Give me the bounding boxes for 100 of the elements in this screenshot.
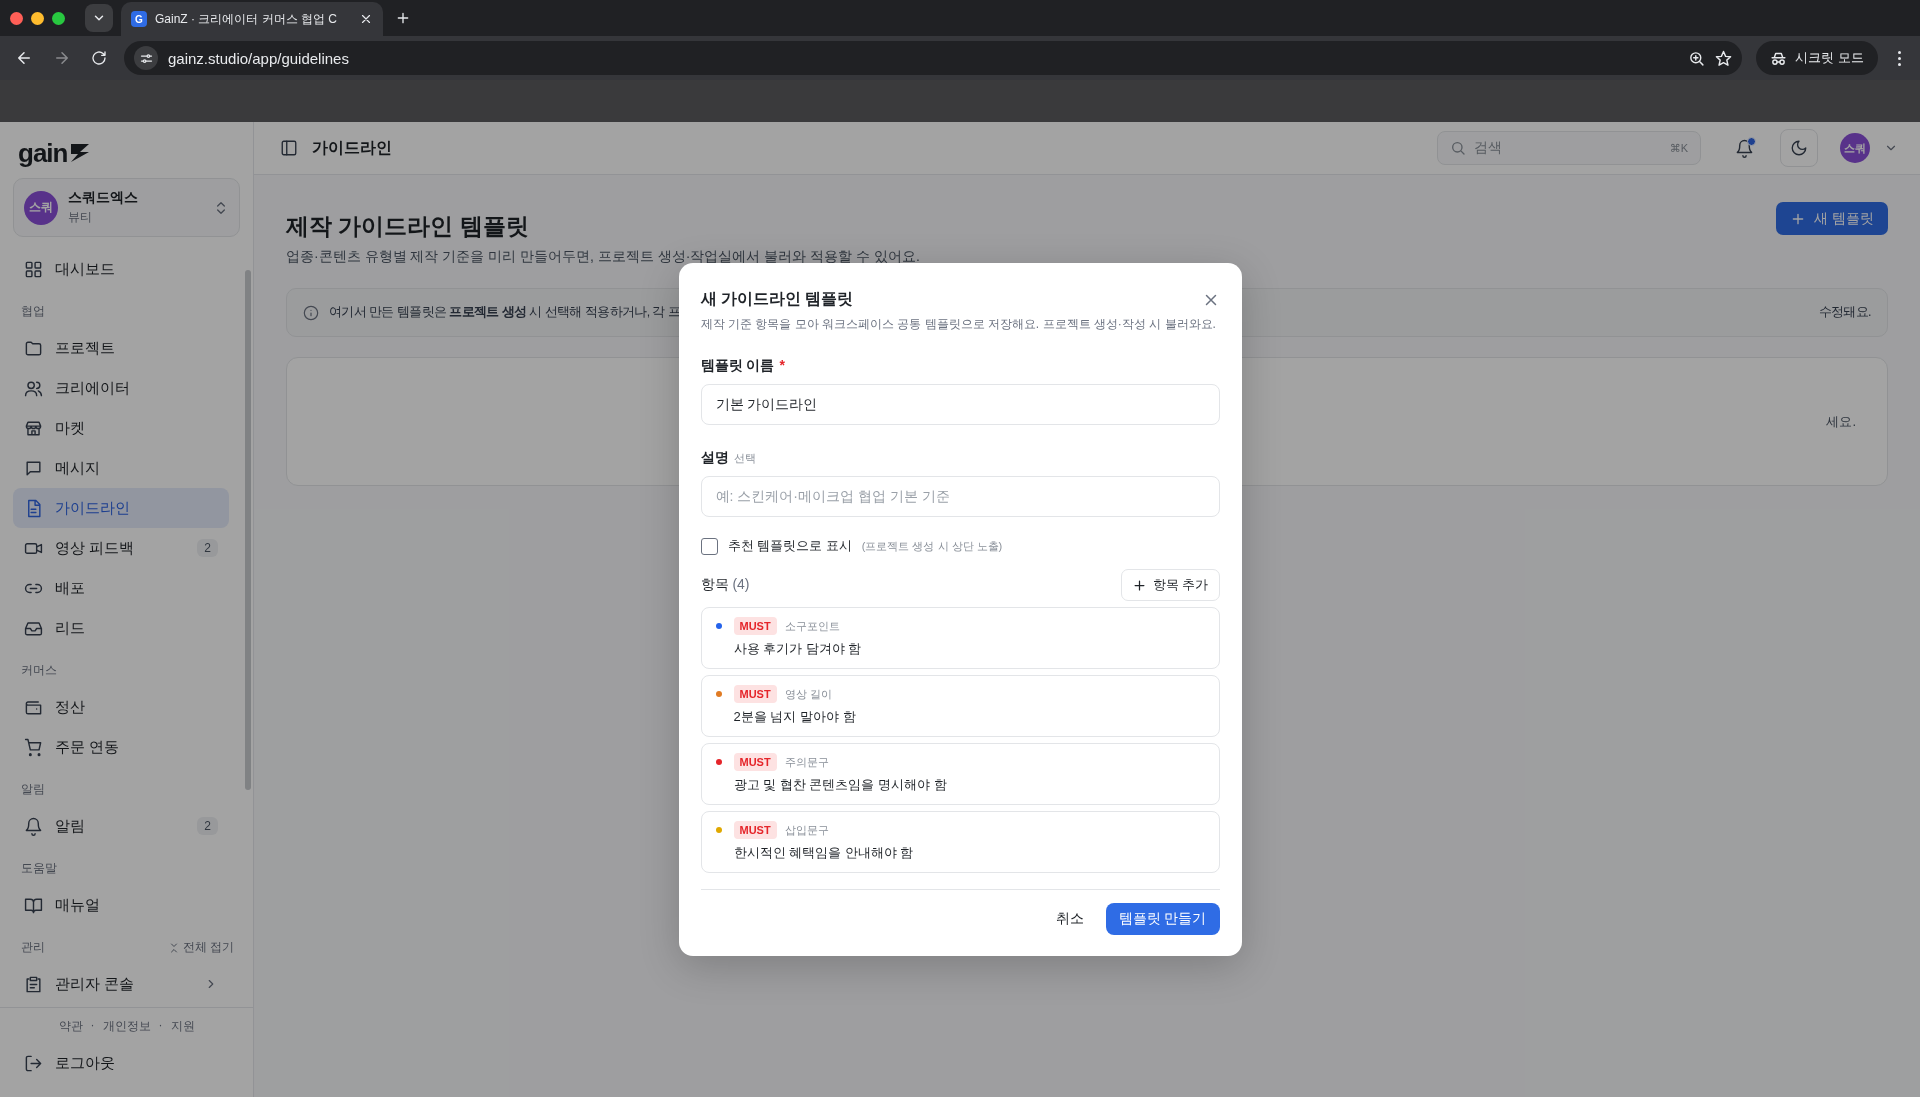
- checkbox-hint: (프로젝트 생성 시 상단 노출): [861, 538, 1003, 554]
- bell-icon: [1735, 138, 1754, 158]
- info-text: 여기서 만든 템플릿은 프로젝트 생성 시 선택해 적용하거나, 각 프: [329, 304, 681, 321]
- clipboard-icon: [24, 974, 43, 994]
- scrollbar[interactable]: [245, 270, 251, 790]
- favicon: G: [131, 11, 147, 27]
- sidebar-item[interactable]: 알림 2: [13, 806, 229, 846]
- tab-search-button[interactable]: [85, 4, 113, 32]
- avatar: 스쿼: [24, 190, 58, 225]
- folder-icon: [24, 338, 43, 358]
- field-label: 템플릿 이름: [700, 357, 775, 375]
- count-badge: 2: [197, 817, 218, 835]
- address-bar[interactable]: gainz.studio/app/guidelines: [124, 41, 1743, 75]
- collapse-all-link[interactable]: 전체 접기: [167, 939, 234, 956]
- field-label: 설명: [700, 449, 729, 467]
- sidebar-item[interactable]: 배포: [13, 568, 229, 608]
- count-badge: 2: [197, 539, 218, 557]
- logo-text: gain: [18, 140, 68, 166]
- workspace-switcher[interactable]: 스쿼 스쿼드엑스 뷰티: [13, 178, 240, 237]
- section-label: 커머스: [21, 662, 57, 679]
- cart-icon: [24, 737, 43, 757]
- plus-icon: [1131, 577, 1147, 593]
- theme-toggle-button[interactable]: [1780, 129, 1818, 167]
- section-label: 도움말: [21, 860, 57, 877]
- must-badge: MUST: [733, 617, 777, 635]
- zoom-icon: [1688, 49, 1706, 67]
- workspace-name: 스쿼드엑스: [68, 189, 139, 207]
- info-icon: [303, 304, 319, 321]
- item-category: 주의문구: [784, 754, 829, 770]
- empty-text: 세요.: [1826, 412, 1856, 431]
- dialog-description: 제작 기준 항목을 모아 워크스페이스 공통 템플릿으로 저장해요. 프로젝트 생성·작성 시 불러와요.: [700, 316, 1217, 333]
- logout-icon: [24, 1053, 43, 1073]
- guideline-item[interactable]: MUST 소구포인트 사용 후기가 담겨야 함: [700, 607, 1220, 669]
- must-badge: MUST: [733, 685, 777, 703]
- bell-icon: [24, 816, 43, 836]
- sidebar-item[interactable]: 크리에이터: [13, 368, 229, 408]
- item-category: 영상 길이: [784, 686, 832, 702]
- sidebar-item[interactable]: 메시지: [13, 448, 229, 488]
- close-icon: [359, 12, 373, 26]
- must-badge: MUST: [733, 753, 777, 771]
- item-text: 2분을 넘지 말아야 함: [733, 708, 857, 726]
- footer-link[interactable]: 약관: [58, 1018, 83, 1035]
- page-title: 제작 가이드라인 템플릿: [286, 212, 530, 241]
- header-title: 가이드라인: [312, 137, 393, 158]
- avatar[interactable]: 스쿼: [1840, 133, 1870, 163]
- guideline-item[interactable]: MUST 주의문구 광고 및 협찬 콘텐츠임을 명시해야 함: [700, 743, 1220, 805]
- logout-item[interactable]: 로그아웃: [13, 1043, 229, 1083]
- section-label: 협업: [21, 303, 45, 320]
- sidebar-item[interactable]: 매뉴얼: [13, 885, 229, 925]
- section-label: 알림: [21, 781, 45, 798]
- item-count: (4): [732, 576, 750, 592]
- sidebar-item[interactable]: 마켓: [13, 408, 229, 448]
- incognito-button[interactable]: 시크릿 모드: [1756, 41, 1878, 75]
- chat-bubble-icon: [24, 458, 43, 478]
- url-text: gainz.studio/app/guidelines: [168, 49, 350, 67]
- book-icon: [24, 895, 43, 915]
- must-badge: MUST: [733, 821, 777, 839]
- separator-dot: ·: [158, 1018, 163, 1034]
- tab-title: GainZ · 크리에이터 커머스 협업 C: [155, 10, 338, 28]
- section-label: 관리: [21, 939, 45, 956]
- guideline-item[interactable]: MUST 삽입문구 한시적인 혜택임을 안내해야 함: [700, 811, 1220, 873]
- required-mark: *: [779, 357, 785, 373]
- sidebar-item[interactable]: 주문 연동: [13, 727, 229, 767]
- guideline-item[interactable]: MUST 영상 길이 2분을 넘지 말아야 함: [700, 675, 1220, 737]
- search-icon: [1450, 140, 1466, 156]
- create-template-button[interactable]: 템플릿 만들기: [1105, 903, 1220, 935]
- sidebar-item[interactable]: 대시보드: [13, 249, 229, 289]
- name-input-field[interactable]: 기본 가이드라인: [700, 384, 1220, 425]
- section-label: 항목: [700, 576, 729, 592]
- add-item-button[interactable]: 항목 추가: [1120, 569, 1220, 601]
- footer-link[interactable]: 개인정보: [102, 1018, 151, 1035]
- store-icon: [24, 418, 43, 438]
- shortcut-hint: ⌘K: [1669, 141, 1688, 155]
- checkbox[interactable]: [700, 537, 718, 555]
- grid-icon: [24, 259, 43, 279]
- item-text: 한시적인 혜택임을 안내해야 함: [733, 844, 915, 862]
- notification-button[interactable]: [1735, 138, 1754, 158]
- plus-icon: [395, 10, 411, 26]
- site-settings-icon[interactable]: [134, 46, 158, 70]
- item-text: 사용 후기가 담겨야 함: [733, 640, 863, 658]
- new-template-button[interactable]: 새 템플릿: [1776, 202, 1888, 235]
- sidebar-item[interactable]: 관리자 콘솔: [13, 964, 229, 1004]
- page-subtitle: 업종·콘텐츠 유형별 제작 기준을 미리 만들어두면, 프로젝트 생성·작업실에서 불러와 적용할 수 있어요.: [286, 248, 920, 266]
- workspace-category: 뷰티: [68, 209, 93, 226]
- back-icon: [15, 49, 33, 67]
- browser-tab[interactable]: G GainZ · 크리에이터 커머스 협업 C: [121, 2, 383, 36]
- sidebar-item[interactable]: 정산: [13, 687, 229, 727]
- forward-icon: [53, 49, 71, 67]
- sidebar-item[interactable]: 프로젝트: [13, 328, 229, 368]
- window-controls[interactable]: [10, 11, 65, 25]
- info-text: 수정돼요.: [1818, 304, 1871, 321]
- sidebar-item[interactable]: 영상 피드백 2: [13, 528, 229, 568]
- item-category: 소구포인트: [784, 618, 840, 634]
- sidebar-item[interactable]: 리드: [13, 608, 229, 648]
- separator-dot: ·: [90, 1018, 95, 1034]
- item-text: 광고 및 협찬 콘텐츠임을 명시해야 함: [733, 776, 948, 794]
- cancel-button[interactable]: 취소: [1049, 902, 1090, 936]
- footer-link[interactable]: 지원: [170, 1018, 195, 1035]
- checkbox-label[interactable]: 추천 템플릿으로 표시: [727, 537, 852, 555]
- star-icon: [1715, 49, 1733, 67]
